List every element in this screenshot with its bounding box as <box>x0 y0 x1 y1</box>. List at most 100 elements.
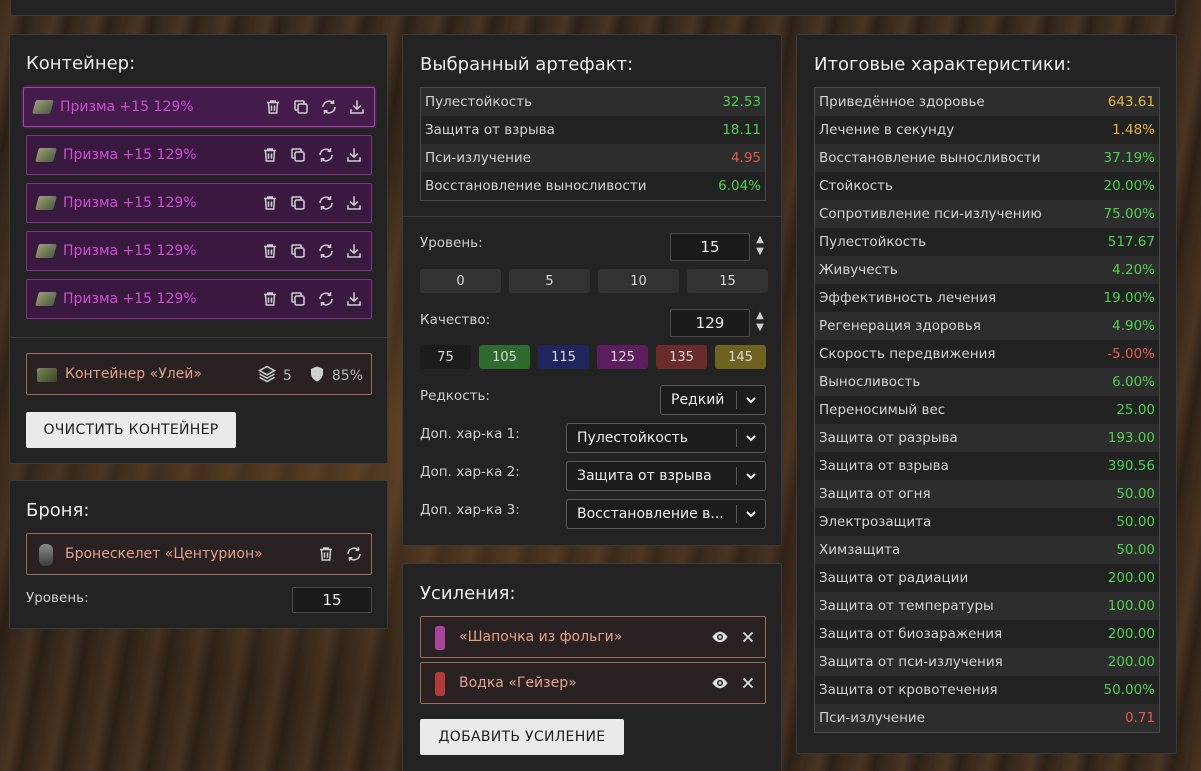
download-icon[interactable] <box>348 98 366 116</box>
replace-icon[interactable] <box>320 98 338 116</box>
armor-item[interactable]: Бронескелет «Центурион» <box>26 533 372 575</box>
artifact-slot[interactable]: Призма +15 129% <box>26 279 372 319</box>
trash-icon[interactable] <box>317 545 335 563</box>
spinner-down-icon[interactable]: ▼ <box>754 322 766 334</box>
artifact-icon <box>32 100 54 114</box>
replace-icon[interactable] <box>317 242 335 260</box>
armor-level-input[interactable] <box>292 587 372 613</box>
quality-preset-115[interactable]: 115 <box>538 345 589 369</box>
stat-label: Защита от кровотечения <box>819 682 998 698</box>
artifact-slot[interactable]: Призма +15 129% <box>23 87 375 127</box>
copy-icon[interactable] <box>289 146 307 164</box>
stat-value: 50.00% <box>1103 682 1155 698</box>
close-icon[interactable] <box>739 674 757 692</box>
eye-icon[interactable] <box>711 628 729 646</box>
slot-actions <box>261 242 363 260</box>
copy-icon[interactable] <box>292 98 310 116</box>
download-icon[interactable] <box>345 146 363 164</box>
quality-preset-145[interactable]: 145 <box>715 345 766 369</box>
stat-value: 200.00 <box>1107 570 1155 586</box>
armor-level-label: Уровень: <box>26 590 89 606</box>
rarity-select[interactable]: Редкий <box>660 385 766 415</box>
trash-icon[interactable] <box>261 242 279 260</box>
extra3-select[interactable]: Восстановление в... <box>566 499 766 529</box>
copy-icon[interactable] <box>289 290 307 308</box>
extra1-select[interactable]: Пулестойкость <box>566 423 766 453</box>
container-item[interactable]: Контейнер «Улей» 5 85% <box>26 353 372 395</box>
copy-icon[interactable] <box>289 194 307 212</box>
spinner-up-icon[interactable]: ▲ <box>754 310 766 322</box>
artifact-stat-row: Защита от взрыва 18.11 <box>421 116 765 144</box>
trash-icon[interactable] <box>261 146 279 164</box>
stat-value: 50.00 <box>1116 542 1155 558</box>
download-icon[interactable] <box>345 290 363 308</box>
replace-icon[interactable] <box>317 290 335 308</box>
level-preset-10[interactable]: 10 <box>598 269 679 293</box>
trash-icon[interactable] <box>261 194 279 212</box>
artifact-slot[interactable]: Призма +15 129% <box>26 135 372 175</box>
quality-preset-125[interactable]: 125 <box>597 345 648 369</box>
stat-value: 4.95 <box>730 150 761 166</box>
quality-preset-135[interactable]: 135 <box>656 345 707 369</box>
close-icon[interactable] <box>739 628 757 646</box>
download-icon[interactable] <box>345 242 363 260</box>
spinner-up-icon[interactable]: ▲ <box>754 234 766 246</box>
artifact-stat-row: Пси-излучение 4.95 <box>421 144 765 172</box>
totals-row: Защита от кровотечения 50.00% <box>815 676 1159 704</box>
quality-preset-105[interactable]: 105 <box>479 345 530 369</box>
divider <box>403 216 781 217</box>
level-preset-15[interactable]: 15 <box>687 269 768 293</box>
download-icon[interactable] <box>345 194 363 212</box>
totals-title: Итоговые характеристики: <box>814 54 1072 75</box>
quality-preset-75[interactable]: 75 <box>420 345 471 369</box>
container-item-name: Контейнер «Улей» <box>65 366 202 382</box>
quality-label: Качество: <box>420 312 491 328</box>
totals-row: Выносливость 6.00% <box>815 368 1159 396</box>
armor-panel: Броня: Бронескелет «Центурион» Уровень: <box>9 480 388 629</box>
stat-label: Регенерация здоровья <box>819 318 981 334</box>
slot-actions <box>264 98 366 116</box>
eye-icon[interactable] <box>711 674 729 692</box>
extra3-value: Восстановление в... <box>577 506 724 522</box>
slot-actions <box>261 194 363 212</box>
container-stats: 5 85% <box>257 364 363 388</box>
trash-icon[interactable] <box>264 98 282 116</box>
spinner-down-icon[interactable]: ▼ <box>754 246 766 258</box>
boost-name: Водка «Гейзер» <box>459 675 577 691</box>
totals-row: Скорость передвижения -5.00% <box>815 340 1159 368</box>
stat-value: 50.00 <box>1116 514 1155 530</box>
boost-actions <box>711 628 757 646</box>
artifact-slot[interactable]: Призма +15 129% <box>26 231 372 271</box>
totals-row: Защита от биозаражения 200.00 <box>815 620 1159 648</box>
replace-icon[interactable] <box>317 146 335 164</box>
artifact-level-input[interactable] <box>670 233 750 261</box>
boost-item[interactable]: «Шапочка из фольги» <box>420 616 766 658</box>
quality-input[interactable] <box>670 309 750 337</box>
add-boost-button[interactable]: ДОБАВИТЬ УСИЛЕНИЕ <box>420 719 624 755</box>
extra2-select[interactable]: Защита от взрыва <box>566 461 766 491</box>
artifact-slot-name: Призма +15 129% <box>63 243 197 259</box>
artifact-level-label: Уровень: <box>420 235 483 251</box>
level-spinner[interactable]: ▲ ▼ <box>754 234 766 262</box>
stat-value: 20.00% <box>1103 178 1155 194</box>
quality-spinner[interactable]: ▲ ▼ <box>754 310 766 338</box>
trash-icon[interactable] <box>261 290 279 308</box>
clear-container-button[interactable]: ОЧИСТИТЬ КОНТЕЙНЕР <box>26 412 236 448</box>
artifact-title: Выбранный артефакт: <box>420 54 634 75</box>
level-preset-0[interactable]: 0 <box>420 269 501 293</box>
artifact-panel: Выбранный артефакт: Пулестойкость 32.53 За… <box>402 34 782 546</box>
copy-icon[interactable] <box>289 242 307 260</box>
container-title: Контейнер: <box>26 53 136 74</box>
stat-label: Лечение в секунду <box>819 122 955 138</box>
replace-icon[interactable] <box>345 545 363 563</box>
level-preset-5[interactable]: 5 <box>509 269 590 293</box>
slot-actions <box>261 146 363 164</box>
totals-row: Защита от температуры 100.00 <box>815 592 1159 620</box>
artifact-slot[interactable]: Призма +15 129% <box>26 183 372 223</box>
replace-icon[interactable] <box>317 194 335 212</box>
stat-label: Переносимый вес <box>819 402 946 418</box>
stat-value: 200.00 <box>1107 626 1155 642</box>
container-icon <box>37 368 57 382</box>
totals-row: Пулестойкость 517.67 <box>815 228 1159 256</box>
boost-item[interactable]: Водка «Гейзер» <box>420 662 766 704</box>
